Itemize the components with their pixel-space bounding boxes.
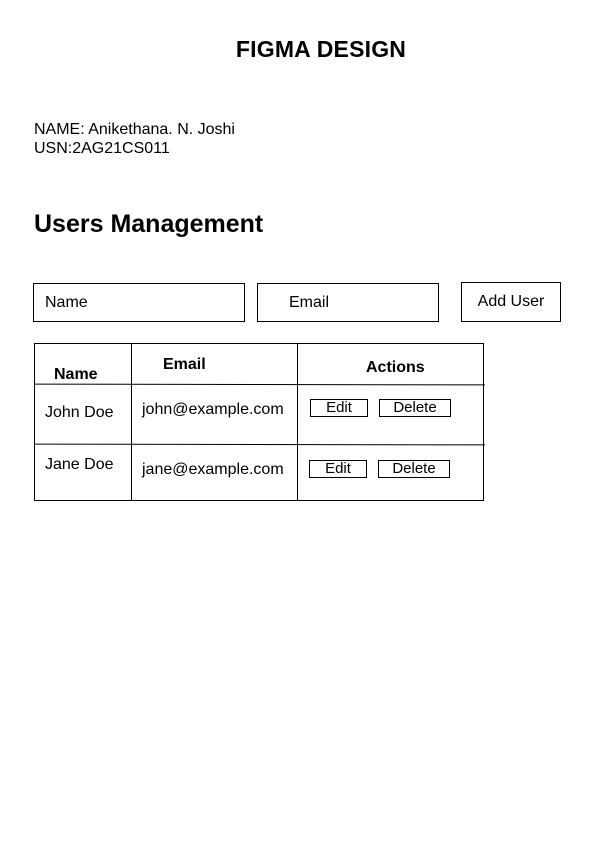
row-name: Jane Doe <box>45 456 114 473</box>
name-input[interactable] <box>33 283 245 322</box>
row-name: John Doe <box>45 404 114 421</box>
row-email: jane@example.com <box>142 461 284 478</box>
header-name: Name <box>54 366 98 383</box>
column-divider <box>297 344 298 500</box>
row-email: john@example.com <box>142 401 284 418</box>
student-name: NAME: Anikethana. N. Joshi <box>34 121 235 138</box>
email-input[interactable] <box>257 283 439 322</box>
student-info: NAME: Anikethana. N. Joshi USN:2AG21CS01… <box>34 120 235 158</box>
row-divider <box>34 443 486 446</box>
column-divider <box>131 344 132 500</box>
student-usn: USN:2AG21CS011 <box>34 140 170 157</box>
edit-button[interactable]: Edit <box>310 399 368 417</box>
delete-button[interactable]: Delete <box>379 399 451 417</box>
delete-button[interactable]: Delete <box>378 460 450 478</box>
page-title: FIGMA DESIGN <box>235 36 407 62</box>
section-title: Users Management <box>34 210 264 238</box>
row-divider <box>34 383 486 386</box>
header-actions: Actions <box>366 359 425 376</box>
header-email: Email <box>163 356 206 373</box>
users-table: Name Email Actions John Doe john@example… <box>34 343 486 501</box>
add-user-button[interactable]: Add User <box>461 282 561 322</box>
edit-button[interactable]: Edit <box>309 460 367 478</box>
